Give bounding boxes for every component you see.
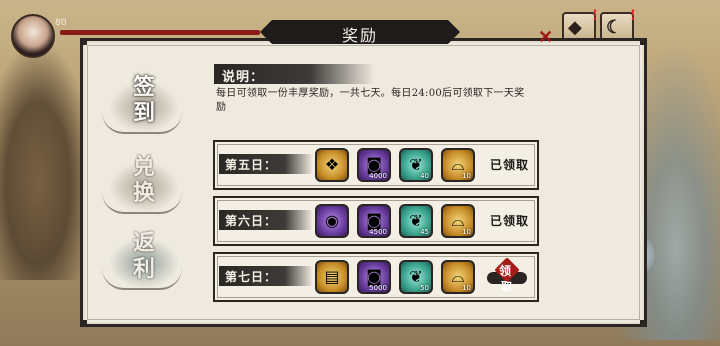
- item-qty: 10: [462, 228, 471, 236]
- tab-rebate[interactable]: 返利: [100, 228, 188, 296]
- item-glyph: ❦: [409, 155, 423, 174]
- gold-ingot-icon[interactable]: ⌓ 10: [441, 148, 475, 182]
- treasure-bundle-icon[interactable]: ❖: [315, 148, 349, 182]
- copper-coin-icon[interactable]: ◙ 4500: [357, 204, 391, 238]
- description-box: 说明： 每日可领取一份丰厚奖励，一共七天。每日24:00后可领取下一天奖励: [214, 64, 532, 122]
- description-text: 每日可领取一份丰厚奖励，一共七天。每日24:00后可领取下一天奖励: [216, 88, 525, 113]
- item-glyph: ⌓: [451, 211, 465, 230]
- scroll-book-icon[interactable]: ▤: [315, 260, 349, 294]
- gold-ingot-icon[interactable]: ⌓ 10: [441, 260, 475, 294]
- item-qty: 10: [462, 284, 471, 292]
- description-header: 说明：: [214, 64, 374, 85]
- item-glyph: ❦: [409, 211, 423, 230]
- alert-icon: !: [629, 8, 636, 24]
- item-glyph: ▤: [324, 267, 340, 286]
- alert-icon: !: [591, 8, 598, 24]
- reward-row-day5: 第五日： ❖ ◙ 4000 ❦ 40 ⌓ 10 已领取: [213, 140, 539, 190]
- panel-corner: [640, 320, 647, 327]
- tab-signin[interactable]: 签到: [100, 72, 188, 140]
- day-label-bar: 第六日：: [219, 210, 313, 230]
- claim-button[interactable]: 领 取: [487, 257, 527, 294]
- item-glyph: ◙: [366, 211, 382, 230]
- item-qty: 10: [462, 172, 471, 180]
- blue-feather-icon[interactable]: ❦ 40: [399, 148, 433, 182]
- day-label-bar: 第五日：: [219, 154, 313, 174]
- day-label-bar: 第七日：: [219, 266, 313, 286]
- panel-corner: [80, 320, 87, 327]
- blue-gem-icon[interactable]: ◉: [315, 204, 349, 238]
- copper-coin-icon[interactable]: ◙ 5000: [357, 260, 391, 294]
- item-glyph: ❦: [409, 267, 423, 286]
- item-qty: 50: [420, 284, 429, 292]
- item-glyph: ◉: [325, 211, 339, 230]
- panel-corner: [640, 38, 647, 45]
- blue-feather-icon[interactable]: ❦ 45: [399, 204, 433, 238]
- claimed-status: 已领取: [489, 214, 529, 228]
- item-glyph: ◙: [366, 155, 382, 174]
- day-label: 第五日：: [225, 158, 278, 172]
- close-icon[interactable]: ✕: [538, 27, 553, 48]
- description-label: 说明：: [222, 70, 265, 85]
- copper-coin-icon[interactable]: ◙ 4000: [357, 148, 391, 182]
- item-glyph: ⌓: [451, 155, 465, 174]
- item-glyph: ⌓: [451, 267, 465, 286]
- item-glyph: ❖: [324, 155, 340, 174]
- reward-row-day6: 第六日： ◉ ◙ 4500 ❦ 45 ⌓ 10 已领取: [213, 196, 539, 246]
- day-label: 第六日：: [225, 214, 278, 228]
- blue-feather-icon[interactable]: ❦ 50: [399, 260, 433, 294]
- item-qty: 4000: [369, 172, 387, 180]
- day-label: 第七日：: [225, 270, 278, 284]
- hp-bar: [60, 30, 260, 35]
- tab-label: 签到: [132, 74, 155, 126]
- item-qty: 45: [420, 228, 429, 236]
- player-hud[interactable]: 80: [5, 8, 67, 58]
- item-glyph: ◙: [366, 267, 382, 286]
- item-qty: 40: [420, 172, 429, 180]
- tab-exchange[interactable]: 兑换: [100, 152, 188, 220]
- claim-brush-stroke: [487, 272, 527, 284]
- tab-label: 返利: [132, 230, 155, 282]
- panel-title-bar: 奖励: [260, 20, 460, 44]
- claimed-status: 已领取: [489, 158, 529, 172]
- claim-label-bottom: 取: [501, 280, 512, 293]
- claim-label-top: 领: [499, 264, 512, 278]
- gold-ingot-icon[interactable]: ⌓ 10: [441, 204, 475, 238]
- moon-icon: ☾: [606, 17, 623, 38]
- event-icon: ◆: [568, 17, 582, 38]
- tab-label: 兑换: [132, 154, 155, 206]
- item-qty: 4500: [369, 228, 387, 236]
- reward-row-day7: 第七日： ▤ ◙ 5000 ❦ 50 ⌓ 10 领 取: [213, 252, 539, 302]
- player-level: 80: [55, 18, 67, 28]
- avatar[interactable]: [11, 14, 55, 58]
- claim-seal: [494, 257, 520, 283]
- item-qty: 5000: [369, 284, 387, 292]
- panel-corner: [80, 38, 87, 45]
- panel-title: 奖励: [341, 26, 378, 45]
